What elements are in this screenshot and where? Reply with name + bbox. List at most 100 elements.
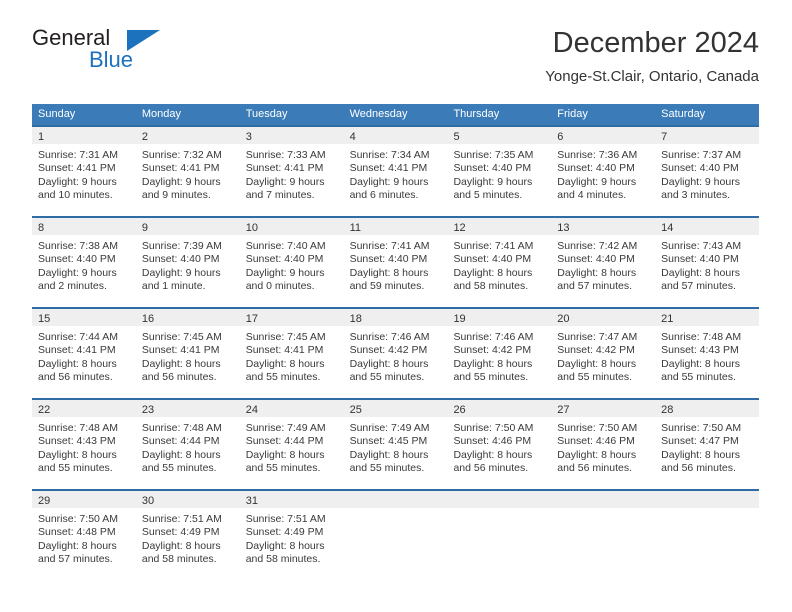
day-cell[interactable]: 7 Sunrise: 7:37 AM Sunset: 4:40 PM Dayli… (655, 127, 760, 216)
daylight-line2: and 55 minutes. (141, 462, 217, 475)
sunset-text: Sunset: 4:49 PM (245, 526, 324, 539)
daylight-line2: and 0 minutes. (245, 280, 315, 293)
day-cell[interactable]: 21 Sunrise: 7:48 AM Sunset: 4:43 PM Dayl… (655, 309, 760, 398)
day-cell[interactable]: 16 Sunrise: 7:45 AM Sunset: 4:41 PM Dayl… (135, 309, 240, 398)
day-cell[interactable]: 11 Sunrise: 7:41 AM Sunset: 4:40 PM Dayl… (343, 218, 448, 307)
day-details: Sunrise: 7:42 AM Sunset: 4:40 PM Dayligh… (551, 235, 655, 294)
day-number-band: 14 (655, 218, 760, 235)
day-cell[interactable]: 6 Sunrise: 7:36 AM Sunset: 4:40 PM Dayli… (551, 127, 656, 216)
day-number-band (551, 491, 656, 508)
sunset-text: Sunset: 4:40 PM (453, 253, 532, 266)
sunset-text: Sunset: 4:42 PM (453, 344, 532, 357)
daylight-line2: and 10 minutes. (38, 189, 113, 202)
day-number: 2 (141, 131, 148, 143)
daylight-line1: Daylight: 9 hours (38, 266, 117, 279)
daylight-line1: Daylight: 9 hours (557, 175, 637, 188)
sunset-text: Sunset: 4:44 PM (245, 435, 324, 448)
day-cell[interactable]: 27 Sunrise: 7:50 AM Sunset: 4:46 PM Dayl… (551, 400, 656, 489)
day-details: Sunrise: 7:50 AM Sunset: 4:46 PM Dayligh… (551, 417, 655, 476)
sunrise-text: Sunrise: 7:46 AM (349, 331, 430, 343)
day-cell[interactable]: 17 Sunrise: 7:45 AM Sunset: 4:41 PM Dayl… (239, 309, 344, 398)
sunset-text: Sunset: 4:41 PM (141, 162, 220, 175)
daylight-line2: and 57 minutes. (557, 280, 633, 293)
day-number-band: 23 (135, 400, 240, 417)
calendar-grid: Sunday Monday Tuesday Wednesday Thursday… (32, 104, 760, 580)
day-cell[interactable]: 28 Sunrise: 7:50 AM Sunset: 4:47 PM Dayl… (655, 400, 760, 489)
day-details: Sunrise: 7:39 AM Sunset: 4:40 PM Dayligh… (136, 235, 240, 294)
day-cell[interactable]: 15 Sunrise: 7:44 AM Sunset: 4:41 PM Dayl… (32, 309, 136, 398)
day-cell[interactable]: 10 Sunrise: 7:40 AM Sunset: 4:40 PM Dayl… (239, 218, 344, 307)
day-details: Sunrise: 7:38 AM Sunset: 4:40 PM Dayligh… (32, 235, 136, 294)
sunrise-text: Sunrise: 7:43 AM (661, 240, 742, 252)
day-cell[interactable]: 20 Sunrise: 7:47 AM Sunset: 4:42 PM Dayl… (551, 309, 656, 398)
daylight-line1: Daylight: 8 hours (141, 448, 221, 461)
day-cell[interactable]: 31 Sunrise: 7:51 AM Sunset: 4:49 PM Dayl… (239, 491, 344, 580)
sunset-text: Sunset: 4:46 PM (557, 435, 635, 448)
day-cell[interactable]: 4 Sunrise: 7:34 AM Sunset: 4:41 PM Dayli… (343, 127, 448, 216)
day-cell[interactable]: 25 Sunrise: 7:49 AM Sunset: 4:45 PM Dayl… (343, 400, 448, 489)
sunrise-text: Sunrise: 7:50 AM (453, 422, 534, 434)
day-number-band: 26 (447, 400, 552, 417)
daylight-line2: and 57 minutes. (38, 553, 113, 566)
daylight-line2: and 4 minutes. (557, 189, 627, 202)
day-number-band: 17 (239, 309, 344, 326)
day-cell[interactable]: 9 Sunrise: 7:39 AM Sunset: 4:40 PM Dayli… (135, 218, 240, 307)
day-cell[interactable]: 19 Sunrise: 7:46 AM Sunset: 4:42 PM Dayl… (447, 309, 552, 398)
day-cell[interactable]: 23 Sunrise: 7:48 AM Sunset: 4:44 PM Dayl… (135, 400, 240, 489)
day-details: Sunrise: 7:33 AM Sunset: 4:41 PM Dayligh… (240, 144, 344, 203)
day-number-band: 2 (135, 127, 240, 144)
day-cell[interactable]: 29 Sunrise: 7:50 AM Sunset: 4:48 PM Dayl… (32, 491, 136, 580)
day-number: 19 (453, 313, 466, 325)
sunset-text: Sunset: 4:49 PM (141, 526, 220, 539)
sunrise-text: Sunrise: 7:31 AM (38, 149, 118, 161)
daylight-line1: Daylight: 8 hours (557, 357, 637, 370)
sunset-text: Sunset: 4:41 PM (38, 344, 116, 357)
day-cell[interactable]: 3 Sunrise: 7:33 AM Sunset: 4:41 PM Dayli… (239, 127, 344, 216)
sunrise-text: Sunrise: 7:48 AM (661, 331, 742, 343)
day-number: 25 (349, 404, 362, 416)
day-cell[interactable]: 12 Sunrise: 7:41 AM Sunset: 4:40 PM Dayl… (447, 218, 552, 307)
sunrise-text: Sunrise: 7:45 AM (141, 331, 222, 343)
daylight-line1: Daylight: 9 hours (661, 175, 740, 188)
daylight-line2: and 58 minutes. (245, 553, 321, 566)
title-block: December 2024 Yonge-St.Clair, Ontario, C… (545, 26, 759, 87)
day-cell[interactable]: 18 Sunrise: 7:46 AM Sunset: 4:42 PM Dayl… (343, 309, 448, 398)
day-cell[interactable]: 2 Sunrise: 7:32 AM Sunset: 4:41 PM Dayli… (135, 127, 240, 216)
day-number: 24 (245, 404, 258, 416)
day-details: Sunrise: 7:49 AM Sunset: 4:44 PM Dayligh… (240, 417, 344, 476)
day-cell[interactable]: 13 Sunrise: 7:42 AM Sunset: 4:40 PM Dayl… (551, 218, 656, 307)
sunset-text: Sunset: 4:41 PM (141, 344, 220, 357)
daylight-line1: Daylight: 8 hours (245, 539, 325, 552)
day-cell[interactable]: 5 Sunrise: 7:35 AM Sunset: 4:40 PM Dayli… (447, 127, 552, 216)
day-details: Sunrise: 7:51 AM Sunset: 4:49 PM Dayligh… (136, 508, 240, 567)
daylight-line1: Daylight: 8 hours (141, 357, 221, 370)
daylight-line1: Daylight: 9 hours (141, 175, 221, 188)
day-details: Sunrise: 7:47 AM Sunset: 4:42 PM Dayligh… (551, 326, 655, 385)
day-number-band: 11 (343, 218, 448, 235)
day-cell[interactable]: 22 Sunrise: 7:48 AM Sunset: 4:43 PM Dayl… (32, 400, 136, 489)
daylight-line2: and 56 minutes. (453, 462, 529, 475)
day-number-band: 27 (551, 400, 656, 417)
day-details: Sunrise: 7:43 AM Sunset: 4:40 PM Dayligh… (655, 235, 759, 294)
sunset-text: Sunset: 4:40 PM (141, 253, 220, 266)
day-number: 9 (141, 222, 148, 234)
sunrise-text: Sunrise: 7:41 AM (349, 240, 430, 252)
day-cell[interactable]: 14 Sunrise: 7:43 AM Sunset: 4:40 PM Dayl… (655, 218, 760, 307)
day-number-band: 28 (655, 400, 760, 417)
daylight-line1: Daylight: 8 hours (557, 448, 637, 461)
sunrise-text: Sunrise: 7:37 AM (661, 149, 742, 161)
calendar-page: General Blue December 2024 Yonge-St.Clai… (0, 0, 792, 612)
daylight-line2: and 55 minutes. (453, 371, 529, 384)
day-cell[interactable]: 1 Sunrise: 7:31 AM Sunset: 4:41 PM Dayli… (32, 127, 136, 216)
sunrise-text: Sunrise: 7:46 AM (453, 331, 534, 343)
daylight-line1: Daylight: 8 hours (661, 266, 740, 279)
day-cell[interactable]: 24 Sunrise: 7:49 AM Sunset: 4:44 PM Dayl… (239, 400, 344, 489)
daylight-line2: and 3 minutes. (661, 189, 731, 202)
day-cell[interactable]: 8 Sunrise: 7:38 AM Sunset: 4:40 PM Dayli… (32, 218, 136, 307)
daylight-line2: and 56 minutes. (141, 371, 217, 384)
day-cell[interactable]: 26 Sunrise: 7:50 AM Sunset: 4:46 PM Dayl… (447, 400, 552, 489)
day-number: 30 (141, 495, 155, 507)
day-cell[interactable]: 30 Sunrise: 7:51 AM Sunset: 4:49 PM Dayl… (135, 491, 240, 580)
sunset-text: Sunset: 4:40 PM (38, 253, 116, 266)
day-number-band (655, 491, 760, 508)
